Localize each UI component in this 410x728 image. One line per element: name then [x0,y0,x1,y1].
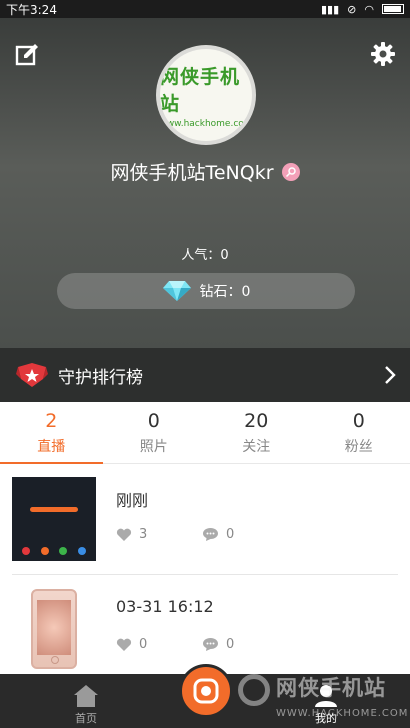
comment-stat[interactable]: 0 [202,637,234,652]
item-time: 刚刚 [116,491,149,510]
guardian-rank-row[interactable]: 守护排行榜 [0,348,410,402]
diamond-balance-button[interactable]: 钻石：0 [57,273,355,309]
status-bar: 下午3:24 ▮▮▮ ⊘ ◠ [0,0,410,18]
status-time: 下午3:24 [6,2,57,17]
live-thumbnail [12,587,96,671]
chevron-right-icon [385,366,396,384]
edit-profile-button[interactable] [14,42,40,68]
status-icons: ▮▮▮ ⊘ ◠ [321,3,404,16]
gear-icon [371,42,395,66]
tab-following-label: 关注 [242,438,271,455]
nickname: 网侠手机站TeNQkr [110,162,274,184]
watermark-text: 网侠手机站 [276,676,386,700]
comment-stat[interactable]: 0 [202,527,234,542]
watermark-logo-icon [238,674,270,706]
like-count: 0 [139,637,148,652]
live-thumbnail [12,477,96,561]
edit-icon [15,44,38,66]
tab-live-count: 2 [45,409,58,432]
tab-photos[interactable]: 0 照片 [103,402,206,463]
tab-following-count: 20 [244,409,269,432]
guardian-rank-label: 守护排行榜 [58,367,143,388]
signal-icon: ▮▮▮ [321,2,340,16]
like-stat[interactable]: 3 [116,527,147,542]
tab-live[interactable]: 2 直播 [0,402,103,464]
home-icon [74,685,98,707]
tab-following[interactable]: 20 关注 [205,402,308,463]
alarm-icon: ⊘ [347,2,357,16]
nickname-row: 网侠手机站TeNQkr [0,158,410,185]
watermark-url: WWW.HACKHOME.COM [276,708,409,719]
tab-fans-label: 粉丝 [344,438,373,455]
battery-icon [382,4,404,14]
comment-count: 0 [226,637,235,652]
tab-fans-count: 0 [352,409,365,432]
profile-tabs: 2 直播 0 照片 20 关注 0 粉丝 [0,402,410,464]
nav-home[interactable]: 首页 [46,674,126,728]
nav-home-label: 首页 [75,712,97,725]
watermark: 网侠手机站 WWW.HACKHOME.COM [238,668,410,728]
popularity-count: 人气：0 [181,248,229,263]
tab-fans[interactable]: 0 粉丝 [308,402,410,463]
diamond-icon [162,281,191,301]
item-time: 03-31 16:12 [116,597,214,616]
diamond-count: 钻石：0 [199,284,251,300]
camera-lens-icon [193,678,219,704]
live-feed-list: 刚刚 3 0 03-31 16:12 0 0 [0,465,410,685]
tab-live-label: 直播 [37,438,66,455]
heart-icon [116,528,132,541]
crown-badge-icon [16,363,48,387]
list-item[interactable]: 刚刚 3 0 [12,465,398,575]
comment-icon [203,528,218,541]
start-live-button[interactable] [179,664,233,718]
wifi-icon: ◠ [364,2,374,16]
female-gender-icon [281,162,300,181]
comment-count: 0 [226,527,235,542]
avatar-logo-url: www.hackhome.com [159,118,253,129]
comment-icon [203,638,218,651]
avatar-logo-text: 网侠手机站 [160,65,241,115]
like-stat[interactable]: 0 [116,637,147,652]
avatar[interactable]: 网侠手机站 www.hackhome.com [156,45,256,145]
profile-header: 网侠手机站 www.hackhome.com 网侠手机站TeNQkr 人气：0 … [0,18,410,348]
tab-photos-label: 照片 [139,438,168,455]
settings-button[interactable] [370,41,396,67]
heart-icon [116,638,132,651]
tab-photos-count: 0 [147,409,160,432]
like-count: 3 [139,527,148,542]
